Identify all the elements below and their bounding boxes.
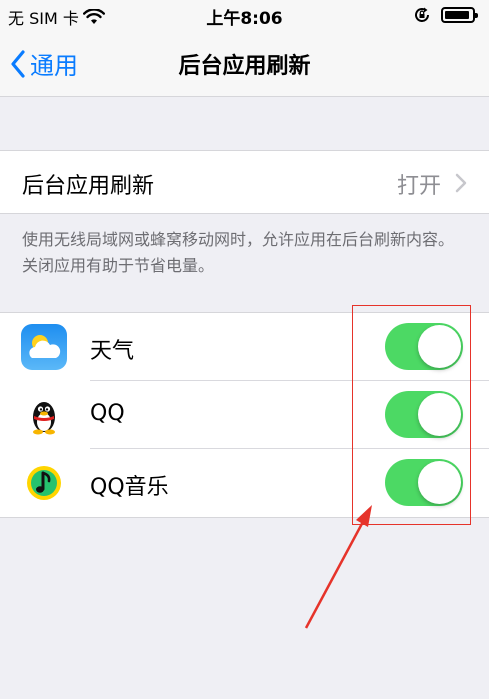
background-refresh-footnote: 使用无线局域网或蜂窝移动网时，允许应用在后台刷新内容。关闭应用有助于节省电量。 [22,230,455,275]
qq-music-icon [21,460,67,506]
app-name: QQ [90,401,125,426]
chevron-right-icon [455,173,467,193]
annotation-highlight-box [352,305,471,525]
battery-icon [441,7,478,23]
background-refresh-row[interactable]: 后台应用刷新 打开 [0,150,489,214]
app-name: QQ音乐 [90,475,169,500]
background-refresh-value: 打开 [396,174,441,199]
qq-penguin-icon [21,392,67,438]
weather-icon [21,324,67,370]
status-bar: 无 SIM 卡 上午8:06 [0,0,489,30]
background-refresh-label: 后台应用刷新 [22,174,155,199]
navigation-bar: 通用 后台应用刷新 [0,30,489,97]
app-name: 天气 [90,339,135,364]
orientation-lock-icon [415,7,429,22]
page-title: 后台应用刷新 [178,54,311,79]
